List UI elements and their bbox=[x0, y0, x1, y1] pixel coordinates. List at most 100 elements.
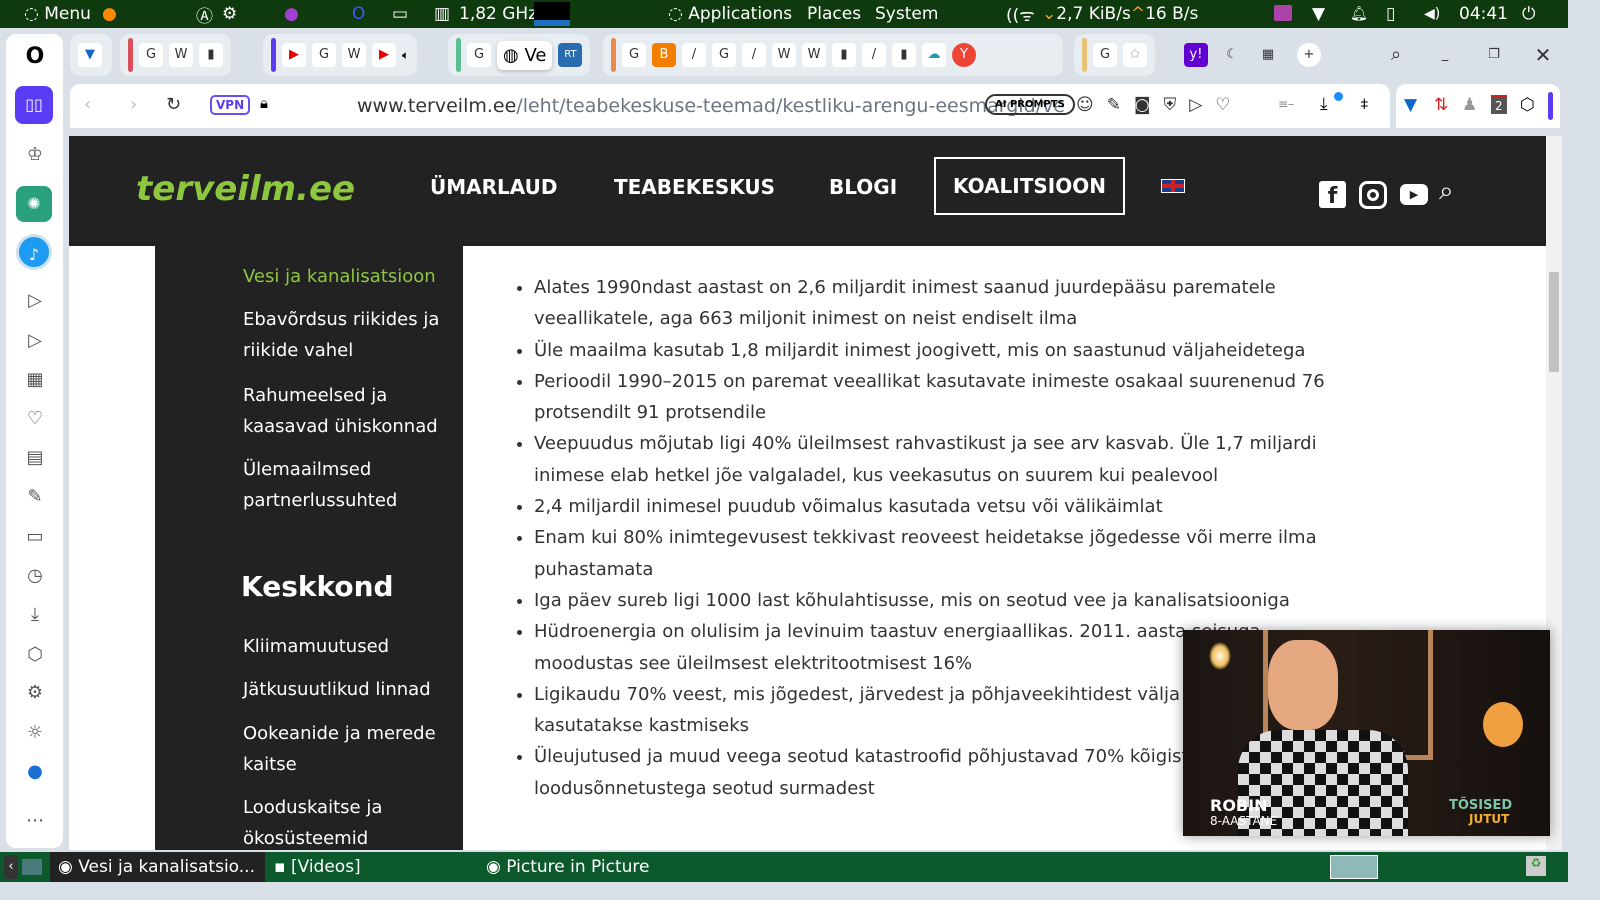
tor-icon[interactable]: ● bbox=[284, 4, 299, 24]
send-icon[interactable]: ▷ bbox=[24, 330, 46, 352]
grid-icon[interactable]: ▦ bbox=[24, 369, 46, 391]
lock-icon[interactable]: 🔒︎ bbox=[260, 94, 268, 112]
back-button[interactable]: ‹ bbox=[84, 94, 91, 115]
taskbar-item-videos[interactable]: ▪ [Videos] bbox=[274, 857, 361, 877]
chat-icon[interactable]: ● bbox=[24, 761, 46, 783]
tab[interactable]: ▼ bbox=[78, 43, 102, 67]
speaker-icon[interactable]: 🔈︎ bbox=[402, 48, 409, 63]
pin-icon[interactable]: ✎ bbox=[24, 486, 46, 508]
tab[interactable]: B bbox=[652, 43, 676, 67]
tab[interactable]: ▶ bbox=[372, 43, 396, 67]
url-input[interactable]: www.terveilm.ee/leht/teabekeskuse-teemad… bbox=[357, 95, 1065, 117]
topic-link[interactable]: Rahumeelsed ja kaasavad ühiskonnad bbox=[243, 380, 443, 442]
flow-icon[interactable]: ≡– bbox=[1278, 97, 1294, 111]
scrollbar-thumb[interactable] bbox=[1549, 272, 1559, 372]
tab[interactable]: W bbox=[802, 43, 826, 67]
crown-icon[interactable]: ♔ bbox=[24, 144, 46, 166]
forward-button[interactable]: › bbox=[130, 94, 137, 115]
tab[interactable]: G bbox=[312, 43, 336, 67]
chatgpt-icon[interactable]: ✺ bbox=[16, 186, 52, 222]
downloads-icon[interactable]: ⤓ bbox=[24, 604, 46, 626]
tab[interactable]: ▮ bbox=[832, 43, 856, 67]
tab[interactable]: ▶ bbox=[282, 43, 306, 67]
easy-setup-icon[interactable]: ⧧ bbox=[1360, 94, 1369, 114]
places-menu[interactable]: Places bbox=[807, 4, 861, 24]
tab[interactable]: G bbox=[712, 43, 736, 67]
topic-link[interactable]: Jätkusuutlikud linnad bbox=[243, 674, 431, 705]
system-menu[interactable]: System bbox=[875, 4, 938, 24]
accessibility-icon[interactable]: Ⓐ bbox=[196, 2, 213, 27]
tab[interactable]: W bbox=[772, 43, 796, 67]
show-desktop-icon[interactable]: ‹ bbox=[4, 855, 18, 879]
instagram-icon[interactable] bbox=[1359, 181, 1387, 209]
close-button[interactable]: ✕ bbox=[1531, 43, 1555, 67]
youtube-icon[interactable]: ▶ bbox=[1400, 184, 1428, 205]
tab-active[interactable]: ◍ Ve bbox=[497, 40, 553, 70]
nav-umarlaud[interactable]: ÜMARLAUD bbox=[430, 175, 557, 199]
tab[interactable]: G bbox=[467, 43, 491, 67]
search-tabs-icon[interactable]: ⌕ bbox=[1384, 43, 1408, 67]
bell-icon[interactable]: 🔔︎ bbox=[1350, 6, 1368, 22]
tab[interactable]: G bbox=[622, 43, 646, 67]
download-icon[interactable]: ⤓ bbox=[1320, 94, 1328, 114]
audio-visualizer-icon[interactable] bbox=[1274, 5, 1292, 21]
nav-teabekeskus[interactable]: TEABEKESKUS bbox=[614, 175, 775, 199]
tab[interactable]: ▮ bbox=[892, 43, 916, 67]
tab[interactable]: ☾ bbox=[1220, 43, 1244, 67]
extension-icon[interactable]: ▼ bbox=[1404, 95, 1417, 115]
workspace-switcher[interactable] bbox=[1330, 855, 1378, 879]
extension-cube-icon[interactable]: ⬡ bbox=[1520, 95, 1535, 115]
tab[interactable]: ☁ bbox=[922, 43, 946, 67]
minimize-button[interactable]: _ bbox=[1433, 43, 1457, 67]
firefox-icon[interactable]: ● bbox=[102, 4, 117, 24]
taskbar-item-pip[interactable]: ◉ Picture in Picture bbox=[486, 857, 649, 877]
terminal-icon[interactable]: ▭ bbox=[392, 4, 408, 24]
tab[interactable]: Y bbox=[952, 43, 976, 67]
topic-link[interactable]: Ebavõrdsus riikides ja riikide vahel bbox=[243, 304, 443, 366]
extension-badge-icon[interactable]: 2 bbox=[1491, 95, 1507, 114]
opera-logo-icon[interactable]: O bbox=[24, 46, 46, 68]
taskbar-item-browser[interactable]: ◉ Vesi ja kanalisatsio... bbox=[50, 852, 265, 882]
extension-icon[interactable]: ♟ bbox=[1462, 95, 1477, 115]
tab[interactable]: W bbox=[169, 43, 193, 67]
topic-link[interactable]: Ülemaailmsed partnerlussuhted bbox=[243, 454, 403, 516]
site-logo[interactable]: terveilm.ee bbox=[136, 169, 355, 209]
nav-koalitsioon[interactable]: KOALITSIOON bbox=[934, 157, 1125, 215]
battery-icon[interactable]: ▯ bbox=[1386, 4, 1395, 24]
extensions-cube-icon[interactable]: ⬡ bbox=[24, 644, 46, 666]
network-icon[interactable]: ▼ bbox=[1312, 4, 1325, 24]
settings-icon[interactable]: ⚙ bbox=[24, 682, 46, 704]
tab[interactable]: RT bbox=[558, 43, 583, 67]
toolbar-icons[interactable]: ☺✎◙⛨▷♡ bbox=[1076, 95, 1244, 115]
clock[interactable]: 04:41 bbox=[1459, 4, 1508, 24]
wifi-icon[interactable]: ((ᯤ bbox=[1006, 3, 1035, 26]
topic-link-active[interactable]: Vesi ja kanalisatsioon bbox=[243, 261, 436, 292]
ai-prompts-button[interactable]: AI PROMPTS bbox=[985, 94, 1075, 115]
tab[interactable]: / bbox=[742, 43, 766, 67]
reading-list-icon[interactable]: ▯▯ bbox=[15, 86, 53, 124]
reload-button[interactable]: ↻ bbox=[166, 94, 181, 115]
volume-icon[interactable]: ◀) bbox=[1424, 6, 1440, 22]
heart-icon[interactable]: ♡ bbox=[24, 408, 46, 430]
extension-icon[interactable]: ⇅ bbox=[1434, 95, 1448, 115]
news-icon[interactable]: ▤ bbox=[24, 447, 46, 469]
menu-button[interactable]: ◌ Menu bbox=[24, 4, 91, 24]
new-tab-button[interactable]: + bbox=[1297, 43, 1321, 67]
tab[interactable]: / bbox=[682, 43, 706, 67]
history-icon[interactable]: ◷ bbox=[24, 565, 46, 587]
tab[interactable]: y! bbox=[1184, 43, 1208, 67]
tab[interactable]: G bbox=[1093, 43, 1117, 67]
vpn-badge[interactable]: VPN bbox=[210, 95, 251, 115]
topic-link[interactable]: Looduskaitse ja ökosüsteemid bbox=[243, 792, 403, 850]
tab[interactable]: ✿ bbox=[1123, 43, 1147, 67]
applications-menu[interactable]: ◌ Applications bbox=[668, 4, 792, 24]
tab[interactable]: G bbox=[139, 43, 163, 67]
desktop-icon[interactable] bbox=[22, 859, 42, 875]
picture-in-picture-video[interactable]: ROBIN 8-AASTANE TÕSISED JUTUT bbox=[1183, 630, 1550, 836]
tab[interactable]: W bbox=[342, 43, 366, 67]
nav-blogi[interactable]: BLOGI bbox=[829, 175, 897, 199]
english-flag-icon[interactable] bbox=[1161, 179, 1185, 193]
topic-link[interactable]: Kliimamuutused bbox=[243, 631, 389, 662]
tab[interactable]: / bbox=[862, 43, 886, 67]
topic-link[interactable]: Ookeanide ja merede kaitse bbox=[243, 718, 443, 780]
